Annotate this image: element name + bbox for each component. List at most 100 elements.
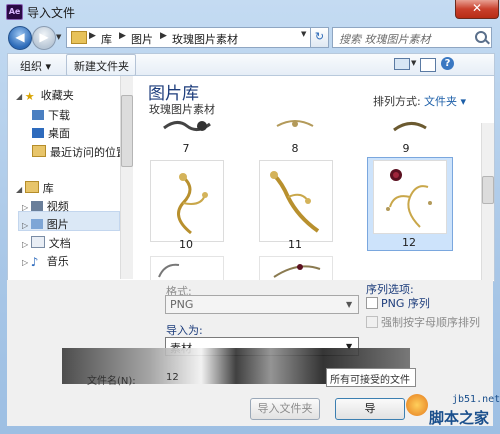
chevron-right-icon[interactable]: ▶ (160, 31, 167, 41)
sidebar-item-videos[interactable]: ▷ 视频 (22, 198, 69, 214)
file-label[interactable]: 10 (150, 238, 222, 251)
music-icon: ♪ (30, 255, 39, 269)
file-thumbnail[interactable] (370, 116, 442, 140)
file-label[interactable]: 12 (373, 236, 445, 249)
sidebar-item-desktop[interactable]: 桌面 (32, 125, 70, 141)
address-bar[interactable]: ▶ 库 ▶ 图片 ▶ 玫瑰图片素材 (66, 27, 312, 48)
format-value: PNG (170, 298, 194, 311)
file-thumbnail[interactable] (259, 160, 333, 242)
sidebar-label: 视频 (46, 200, 69, 213)
forward-button[interactable]: ▶ (32, 26, 56, 50)
star-icon: ★ (24, 90, 35, 103)
file-list-scrollbar-thumb[interactable] (482, 176, 494, 204)
pictures-icon (30, 219, 43, 229)
filetype-select[interactable]: 所有可接受的文件 (326, 368, 416, 387)
sidebar-item-music[interactable]: ▷ ♪ 音乐 (22, 253, 69, 269)
refresh-button[interactable]: ↻ (310, 27, 329, 48)
watermark-logo (406, 394, 428, 416)
sidebar-label: 桌面 (48, 127, 70, 140)
sidebar-item-favorites[interactable]: ◢ ★ 收藏夹 (16, 87, 74, 103)
sidebar-scrollbar-thumb[interactable] (121, 95, 133, 167)
filetype-value: 所有可接受的文件 (330, 375, 410, 386)
sidebar-item-pictures[interactable]: ▷ 图片 (22, 216, 69, 232)
flourish-image (163, 121, 211, 131)
sort-dropdown[interactable]: 文件夹 ▾ (424, 93, 466, 109)
file-item[interactable] (259, 160, 333, 248)
address-dropdown-icon[interactable]: ▼ (301, 30, 306, 38)
help-icon[interactable]: ? (441, 57, 454, 70)
file-thumbnail[interactable] (259, 116, 331, 140)
file-thumbnail[interactable] (259, 256, 333, 281)
breadcrumb-item[interactable]: 库 (101, 31, 112, 47)
chevron-down-icon: ▼ (346, 300, 353, 309)
collapse-icon[interactable]: ◢ (16, 185, 25, 194)
change-view-icon[interactable] (394, 58, 410, 70)
folder-icon (71, 31, 87, 44)
sort-label: 排列方式: (373, 95, 421, 108)
file-thumbnail[interactable] (150, 256, 224, 281)
file-item[interactable] (150, 160, 224, 248)
filename-input[interactable]: 12 (166, 372, 179, 383)
search-input[interactable]: 搜索 玫瑰图片素材 (332, 27, 492, 48)
expand-icon[interactable]: ▷ (22, 258, 31, 267)
file-thumbnail[interactable] (150, 160, 224, 242)
flourish-image (273, 264, 321, 278)
file-label[interactable]: 7 (150, 142, 222, 155)
force-alphabetical-checkbox[interactable] (366, 316, 378, 328)
video-icon (30, 201, 43, 211)
expand-icon[interactable]: ▷ (22, 221, 31, 230)
library-icon (24, 181, 39, 193)
downloads-icon (32, 110, 44, 120)
flourish-image (158, 263, 180, 278)
flourish-image (393, 122, 427, 132)
collapse-icon[interactable]: ◢ (16, 92, 25, 101)
file-thumbnail[interactable] (150, 116, 222, 140)
sidebar-label: 下载 (48, 109, 70, 122)
png-sequence-checkbox[interactable] (366, 297, 378, 309)
file-thumbnail[interactable] (373, 160, 447, 234)
search-icon[interactable] (475, 31, 487, 43)
flourish-image (276, 120, 314, 127)
window-title: 导入文件 (27, 6, 76, 20)
file-label[interactable]: 8 (259, 142, 331, 155)
expand-icon[interactable]: ▷ (22, 240, 31, 249)
preview-pane-icon[interactable] (420, 58, 436, 72)
view-dropdown-icon[interactable]: ▼ (411, 59, 416, 67)
sidebar-item-documents[interactable]: ▷ 文档 (22, 235, 71, 251)
flourish-image (386, 169, 432, 228)
import-folder-button[interactable]: 导入文件夹 (250, 398, 320, 420)
documents-icon (30, 236, 45, 248)
flourish-image (177, 173, 208, 235)
new-folder-label: 新建文件夹 (74, 60, 129, 73)
sidebar-label: 库 (42, 182, 54, 195)
organize-menu[interactable]: 组织 ▾ (20, 58, 51, 74)
sidebar-item-downloads[interactable]: 下载 (32, 107, 70, 123)
desktop-icon (32, 128, 44, 138)
chevron-right-icon[interactable]: ▶ (89, 31, 96, 41)
force-alphabetical-label: 强制按字母顺序排列 (381, 316, 480, 329)
sidebar-label: 收藏夹 (40, 89, 74, 102)
breadcrumb-item[interactable]: 图片 (131, 31, 153, 47)
sidebar-label: 最近访问的位置 (50, 146, 127, 159)
library-subtitle: 玫瑰图片素材 (149, 103, 215, 116)
chevron-right-icon[interactable]: ▶ (119, 31, 126, 41)
back-button[interactable]: ◀ (8, 26, 32, 50)
watermark-domain: jb51.net (452, 394, 500, 405)
sidebar-label: 音乐 (46, 255, 69, 268)
recent-pages-dropdown-icon[interactable]: ▼ (56, 33, 61, 41)
file-label[interactable]: 11 (259, 238, 331, 251)
close-button[interactable]: ✕ (455, 0, 499, 19)
import-button[interactable]: 导 (335, 398, 405, 420)
sidebar-item-libraries[interactable]: ◢ 库 (16, 180, 54, 196)
sidebar-label: 图片 (46, 218, 69, 231)
breadcrumb-item[interactable]: 玫瑰图片素材 (172, 31, 238, 47)
filename-label: 文件名(N): (87, 376, 136, 387)
expand-icon[interactable]: ▷ (22, 203, 31, 212)
sidebar-label: 文档 (48, 237, 71, 250)
flourish-image (270, 171, 320, 233)
png-sequence-label: PNG 序列 (381, 297, 430, 310)
format-select: PNG ▼ (165, 295, 359, 314)
search-placeholder: 搜索 玫瑰图片素材 (339, 33, 431, 46)
sidebar-item-recent-places[interactable]: 最近访问的位置 (32, 144, 127, 160)
file-label[interactable]: 9 (370, 142, 442, 155)
